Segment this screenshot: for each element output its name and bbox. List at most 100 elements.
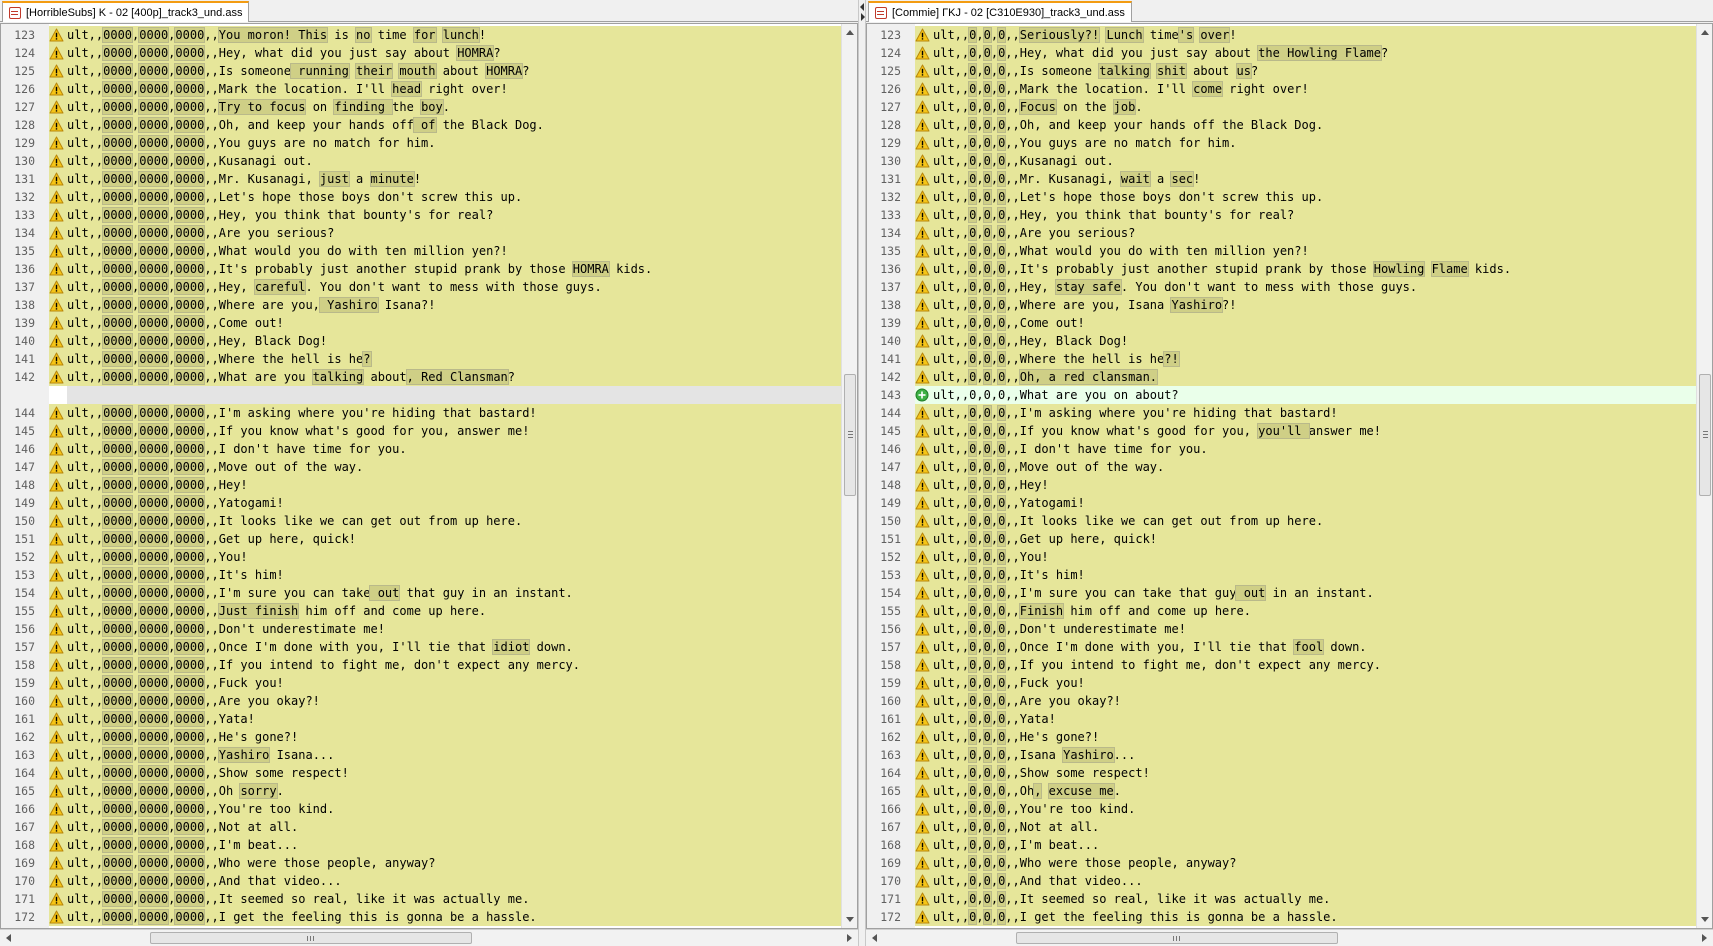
diff-line[interactable]: 135 ult,,0,0,0,,What would you do with te… — [867, 242, 1696, 260]
diff-line[interactable]: 150 ult,,0000,0000,0000,,It looks like we… — [1, 512, 841, 530]
scroll-left-icon[interactable] — [6, 934, 11, 942]
diff-line[interactable]: 161 ult,,0,0,0,,Yata! — [867, 710, 1696, 728]
diff-line[interactable]: 135 ult,,0000,0000,0000,,What would you d… — [1, 242, 841, 260]
diff-line[interactable]: 144 ult,,0000,0000,0000,,I'm asking where… — [1, 404, 841, 422]
diff-line[interactable]: 133 ult,,0000,0000,0000,,Hey, you think t… — [1, 206, 841, 224]
diff-line[interactable]: 153 ult,,0,0,0,,It's him! — [867, 566, 1696, 584]
diff-line[interactable]: 133 ult,,0,0,0,,Hey, you think that bount… — [867, 206, 1696, 224]
diff-line[interactable]: 126 ult,,0,0,0,,Mark the location. I'll c… — [867, 80, 1696, 98]
diff-line[interactable]: 142 ult,,0,0,0,,Oh, a red clansman. — [867, 368, 1696, 386]
diff-line[interactable]: 132 ult,,0000,0000,0000,,Let's hope those… — [1, 188, 841, 206]
diff-line[interactable]: 132 ult,,0,0,0,,Let's hope those boys don… — [867, 188, 1696, 206]
diff-line[interactable]: 128 ult,,0,0,0,,Oh, and keep your hands o… — [867, 116, 1696, 134]
left-file-tab[interactable]: [HorribleSubs] K - 02 [400p]_track3_und.… — [2, 1, 250, 22]
diff-line[interactable]: 131 ult,,0000,0000,0000,,Mr. Kusanagi, ju… — [1, 170, 841, 188]
diff-line[interactable]: 168 ult,,0000,0000,0000,,I'm beat... — [1, 836, 841, 854]
diff-line[interactable]: 146 ult,,0000,0000,0000,,I don't have tim… — [1, 440, 841, 458]
scroll-up-icon[interactable] — [846, 30, 854, 35]
diff-line[interactable]: 160 ult,,0000,0000,0000,,Are you okay?! — [1, 692, 841, 710]
diff-line[interactable]: 166 ult,,0000,0000,0000,,You're too kind. — [1, 800, 841, 818]
diff-line[interactable]: 124 ult,,0000,0000,0000,,Hey, what did yo… — [1, 44, 841, 62]
diff-line[interactable]: 123 ult,,0000,0000,0000,,You moron! This … — [1, 26, 841, 44]
diff-line[interactable]: 140 ult,,0,0,0,,Hey, Black Dog! — [867, 332, 1696, 350]
diff-line[interactable]: 162 ult,,0,0,0,,He's gone?! — [867, 728, 1696, 746]
arrow-left-icon[interactable] — [860, 3, 864, 11]
diff-line[interactable]: 139 ult,,0,0,0,,Come out! — [867, 314, 1696, 332]
diff-line[interactable]: 130 ult,,0,0,0,,Kusanagi out. — [867, 152, 1696, 170]
diff-line[interactable]: 163 ult,,0000,0000,0000,,Yashiro Isana... — [1, 746, 841, 764]
diff-line[interactable]: 147 ult,,0000,0000,0000,,Move out of the … — [1, 458, 841, 476]
diff-line[interactable]: 142 ult,,0000,0000,0000,,What are you tal… — [1, 368, 841, 386]
diff-line[interactable]: 154 ult,,0000,0000,0000,,I'm sure you can… — [1, 584, 841, 602]
diff-line[interactable]: 156 ult,,0,0,0,,Don't underestimate me! — [867, 620, 1696, 638]
diff-line[interactable]: 150 ult,,0,0,0,,It looks like we can get … — [867, 512, 1696, 530]
diff-line[interactable]: 125 ult,,0000,0000,0000,,Is someone runni… — [1, 62, 841, 80]
diff-line[interactable]: 160 ult,,0,0,0,,Are you okay?! — [867, 692, 1696, 710]
diff-line[interactable]: 172 ult,,0,0,0,,I get the feeling this is… — [867, 908, 1696, 926]
diff-line[interactable]: 141 ult,,0000,0000,0000,,Where the hell i… — [1, 350, 841, 368]
diff-line[interactable]: 144 ult,,0,0,0,,I'm asking where you're h… — [867, 404, 1696, 422]
scroll-down-icon[interactable] — [846, 917, 854, 922]
diff-line[interactable]: 155 ult,,0,0,0,,Finish him off and come u… — [867, 602, 1696, 620]
diff-line[interactable]: 157 ult,,0,0,0,,Once I'm done with you, I… — [867, 638, 1696, 656]
diff-line[interactable]: 146 ult,,0,0,0,,I don't have time for you… — [867, 440, 1696, 458]
diff-line[interactable]: 152 ult,,0000,0000,0000,,You! — [1, 548, 841, 566]
right-horizontal-scrollbar[interactable] — [866, 929, 1713, 946]
diff-line[interactable]: 127 ult,,0000,0000,0000,,Try to focus on … — [1, 98, 841, 116]
diff-line[interactable]: 123 ult,,0,0,0,,Seriously?! Lunch time's … — [867, 26, 1696, 44]
diff-line[interactable]: 165 ult,,0000,0000,0000,,Oh sorry. — [1, 782, 841, 800]
left-vertical-scrollbar[interactable] — [841, 24, 857, 928]
left-horizontal-scroll-thumb[interactable] — [150, 932, 472, 944]
diff-line[interactable]: 137 ult,,0000,0000,0000,,Hey, careful. Yo… — [1, 278, 841, 296]
diff-line[interactable]: 158 ult,,0,0,0,,If you intend to fight me… — [867, 656, 1696, 674]
diff-line[interactable]: 164 ult,,0,0,0,,Show some respect! — [867, 764, 1696, 782]
diff-line[interactable]: 158 ult,,0000,0000,0000,,If you intend to… — [1, 656, 841, 674]
diff-line[interactable]: 140 ult,,0000,0000,0000,,Hey, Black Dog! — [1, 332, 841, 350]
diff-line[interactable]: 128 ult,,0000,0000,0000,,Oh, and keep you… — [1, 116, 841, 134]
diff-line[interactable]: 152 ult,,0,0,0,,You! — [867, 548, 1696, 566]
diff-line[interactable]: 153 ult,,0000,0000,0000,,It's him! — [1, 566, 841, 584]
diff-line[interactable]: 147 ult,,0,0,0,,Move out of the way. — [867, 458, 1696, 476]
diff-line[interactable]: 149 ult,,0000,0000,0000,,Yatogami! — [1, 494, 841, 512]
diff-line[interactable]: 170 ult,,0000,0000,0000,,And that video..… — [1, 872, 841, 890]
diff-line[interactable]: 138 ult,,0000,0000,0000,,Where are you, Y… — [1, 296, 841, 314]
diff-line[interactable]: 134 ult,,0,0,0,,Are you serious? — [867, 224, 1696, 242]
diff-line[interactable]: 151 ult,,0000,0000,0000,,Get up here, qui… — [1, 530, 841, 548]
diff-line[interactable]: 145 ult,,0000,0000,0000,,If you know what… — [1, 422, 841, 440]
diff-line[interactable]: 143 ult,,0,0,0,,What are you on about? — [867, 386, 1696, 404]
diff-line[interactable]: 148 ult,,0000,0000,0000,,Hey! — [1, 476, 841, 494]
scroll-up-icon[interactable] — [1701, 30, 1709, 35]
diff-line[interactable]: 139 ult,,0000,0000,0000,,Come out! — [1, 314, 841, 332]
diff-line[interactable]: 159 ult,,0000,0000,0000,,Fuck you! — [1, 674, 841, 692]
diff-line[interactable]: 145 ult,,0,0,0,,If you know what's good f… — [867, 422, 1696, 440]
diff-line[interactable]: 126 ult,,0000,0000,0000,,Mark the locatio… — [1, 80, 841, 98]
diff-line[interactable]: 130 ult,,0000,0000,0000,,Kusanagi out. — [1, 152, 841, 170]
diff-line[interactable]: 165 ult,,0,0,0,,Oh, excuse me. — [867, 782, 1696, 800]
scroll-left-icon[interactable] — [872, 934, 877, 942]
diff-line[interactable]: 156 ult,,0000,0000,0000,,Don't underestim… — [1, 620, 841, 638]
diff-line[interactable]: 171 ult,,0,0,0,,It seemed so real, like i… — [867, 890, 1696, 908]
diff-line[interactable]: 155 ult,,0000,0000,0000,,Just finish him … — [1, 602, 841, 620]
diff-line[interactable]: 169 ult,,0,0,0,,Who were those people, an… — [867, 854, 1696, 872]
scroll-right-icon[interactable] — [1702, 934, 1707, 942]
diff-line[interactable]: 166 ult,,0,0,0,,You're too kind. — [867, 800, 1696, 818]
diff-line[interactable]: 134 ult,,0000,0000,0000,,Are you serious? — [1, 224, 841, 242]
diff-line[interactable]: 148 ult,,0,0,0,,Hey! — [867, 476, 1696, 494]
diff-line[interactable]: 129 ult,,0000,0000,0000,,You guys are no … — [1, 134, 841, 152]
diff-line[interactable]: 167 ult,,0000,0000,0000,,Not at all. — [1, 818, 841, 836]
diff-line[interactable]: 170 ult,,0,0,0,,And that video... — [867, 872, 1696, 890]
pane-splitter[interactable] — [858, 0, 866, 946]
diff-line[interactable]: 168 ult,,0,0,0,,I'm beat... — [867, 836, 1696, 854]
left-editor[interactable]: 123 ult,,0000,0000,0000,,You moron! This … — [0, 23, 858, 929]
diff-line[interactable]: 163 ult,,0,0,0,,Isana Yashiro... — [867, 746, 1696, 764]
diff-line[interactable]: 164 ult,,0000,0000,0000,,Show some respec… — [1, 764, 841, 782]
right-file-tab[interactable]: [Commie] ΓKJ - 02 [C310E930]_track3_und.… — [868, 1, 1132, 22]
diff-line[interactable]: 137 ult,,0,0,0,,Hey, stay safe. You don't… — [867, 278, 1696, 296]
left-vertical-scroll-thumb[interactable] — [844, 374, 856, 496]
right-editor[interactable]: 123 ult,,0,0,0,,Seriously?! Lunch time's … — [866, 23, 1713, 929]
diff-line[interactable]: 124 ult,,0,0,0,,Hey, what did you just sa… — [867, 44, 1696, 62]
diff-line[interactable]: 162 ult,,0000,0000,0000,,He's gone?! — [1, 728, 841, 746]
right-horizontal-scroll-thumb[interactable] — [1016, 932, 1338, 944]
diff-line[interactable]: 129 ult,,0,0,0,,You guys are no match for… — [867, 134, 1696, 152]
diff-line[interactable]: 136 ult,,0,0,0,,It's probably just anothe… — [867, 260, 1696, 278]
